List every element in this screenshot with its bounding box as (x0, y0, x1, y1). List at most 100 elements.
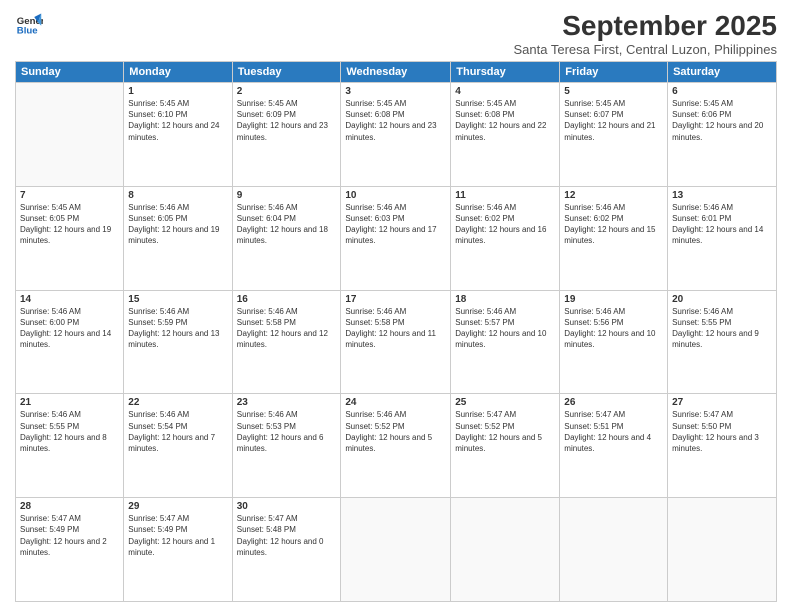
day-number: 28 (20, 501, 119, 512)
calendar-subtitle: Santa Teresa First, Central Luzon, Phili… (513, 42, 777, 57)
calendar-cell: 19Sunrise: 5:46 AM Sunset: 5:56 PM Dayli… (560, 290, 668, 394)
day-info: Sunrise: 5:46 AM Sunset: 6:00 PM Dayligh… (20, 306, 119, 351)
logo-icon: General Blue (15, 10, 43, 38)
calendar-cell: 7Sunrise: 5:45 AM Sunset: 6:05 PM Daylig… (16, 186, 124, 290)
calendar-cell: 17Sunrise: 5:46 AM Sunset: 5:58 PM Dayli… (341, 290, 451, 394)
col-wednesday: Wednesday (341, 62, 451, 83)
calendar-cell: 8Sunrise: 5:46 AM Sunset: 6:05 PM Daylig… (124, 186, 232, 290)
calendar-cell (341, 498, 451, 602)
calendar-week-2: 14Sunrise: 5:46 AM Sunset: 6:00 PM Dayli… (16, 290, 777, 394)
day-number: 24 (345, 397, 446, 408)
day-info: Sunrise: 5:46 AM Sunset: 5:52 PM Dayligh… (345, 409, 446, 454)
day-info: Sunrise: 5:46 AM Sunset: 5:57 PM Dayligh… (455, 306, 555, 351)
calendar-cell: 1Sunrise: 5:45 AM Sunset: 6:10 PM Daylig… (124, 83, 232, 187)
calendar-week-3: 21Sunrise: 5:46 AM Sunset: 5:55 PM Dayli… (16, 394, 777, 498)
calendar-cell: 14Sunrise: 5:46 AM Sunset: 6:00 PM Dayli… (16, 290, 124, 394)
calendar-cell: 27Sunrise: 5:47 AM Sunset: 5:50 PM Dayli… (668, 394, 777, 498)
calendar-cell: 6Sunrise: 5:45 AM Sunset: 6:06 PM Daylig… (668, 83, 777, 187)
calendar-cell (16, 83, 124, 187)
day-info: Sunrise: 5:46 AM Sunset: 6:03 PM Dayligh… (345, 202, 446, 247)
day-number: 2 (237, 86, 337, 97)
day-info: Sunrise: 5:46 AM Sunset: 5:54 PM Dayligh… (128, 409, 227, 454)
calendar-cell: 23Sunrise: 5:46 AM Sunset: 5:53 PM Dayli… (232, 394, 341, 498)
calendar-cell: 29Sunrise: 5:47 AM Sunset: 5:49 PM Dayli… (124, 498, 232, 602)
day-number: 9 (237, 190, 337, 201)
day-info: Sunrise: 5:46 AM Sunset: 6:02 PM Dayligh… (455, 202, 555, 247)
calendar-cell: 18Sunrise: 5:46 AM Sunset: 5:57 PM Dayli… (451, 290, 560, 394)
day-number: 22 (128, 397, 227, 408)
day-info: Sunrise: 5:45 AM Sunset: 6:06 PM Dayligh… (672, 98, 772, 143)
day-number: 27 (672, 397, 772, 408)
day-number: 25 (455, 397, 555, 408)
day-number: 19 (564, 294, 663, 305)
col-friday: Friday (560, 62, 668, 83)
day-info: Sunrise: 5:47 AM Sunset: 5:51 PM Dayligh… (564, 409, 663, 454)
day-info: Sunrise: 5:45 AM Sunset: 6:05 PM Dayligh… (20, 202, 119, 247)
day-info: Sunrise: 5:47 AM Sunset: 5:49 PM Dayligh… (128, 513, 227, 558)
logo: General Blue (15, 10, 43, 38)
calendar-cell: 24Sunrise: 5:46 AM Sunset: 5:52 PM Dayli… (341, 394, 451, 498)
day-number: 7 (20, 190, 119, 201)
day-number: 20 (672, 294, 772, 305)
day-info: Sunrise: 5:46 AM Sunset: 6:05 PM Dayligh… (128, 202, 227, 247)
day-number: 23 (237, 397, 337, 408)
day-info: Sunrise: 5:45 AM Sunset: 6:08 PM Dayligh… (345, 98, 446, 143)
day-number: 11 (455, 190, 555, 201)
day-number: 1 (128, 86, 227, 97)
calendar-cell: 20Sunrise: 5:46 AM Sunset: 5:55 PM Dayli… (668, 290, 777, 394)
calendar-cell: 25Sunrise: 5:47 AM Sunset: 5:52 PM Dayli… (451, 394, 560, 498)
calendar-cell: 22Sunrise: 5:46 AM Sunset: 5:54 PM Dayli… (124, 394, 232, 498)
calendar-cell: 9Sunrise: 5:46 AM Sunset: 6:04 PM Daylig… (232, 186, 341, 290)
day-number: 15 (128, 294, 227, 305)
day-number: 17 (345, 294, 446, 305)
calendar-cell: 26Sunrise: 5:47 AM Sunset: 5:51 PM Dayli… (560, 394, 668, 498)
calendar-cell: 10Sunrise: 5:46 AM Sunset: 6:03 PM Dayli… (341, 186, 451, 290)
col-thursday: Thursday (451, 62, 560, 83)
day-number: 21 (20, 397, 119, 408)
day-number: 8 (128, 190, 227, 201)
day-number: 3 (345, 86, 446, 97)
day-info: Sunrise: 5:46 AM Sunset: 6:02 PM Dayligh… (564, 202, 663, 247)
title-section: September 2025 Santa Teresa First, Centr… (513, 10, 777, 57)
day-info: Sunrise: 5:47 AM Sunset: 5:49 PM Dayligh… (20, 513, 119, 558)
calendar-cell: 3Sunrise: 5:45 AM Sunset: 6:08 PM Daylig… (341, 83, 451, 187)
calendar-page: General Blue September 2025 Santa Teresa… (0, 0, 792, 612)
day-info: Sunrise: 5:45 AM Sunset: 6:07 PM Dayligh… (564, 98, 663, 143)
calendar-cell: 12Sunrise: 5:46 AM Sunset: 6:02 PM Dayli… (560, 186, 668, 290)
day-info: Sunrise: 5:45 AM Sunset: 6:08 PM Dayligh… (455, 98, 555, 143)
day-info: Sunrise: 5:46 AM Sunset: 5:55 PM Dayligh… (672, 306, 772, 351)
calendar-week-1: 7Sunrise: 5:45 AM Sunset: 6:05 PM Daylig… (16, 186, 777, 290)
col-sunday: Sunday (16, 62, 124, 83)
day-number: 29 (128, 501, 227, 512)
header-row: Sunday Monday Tuesday Wednesday Thursday… (16, 62, 777, 83)
day-info: Sunrise: 5:46 AM Sunset: 5:56 PM Dayligh… (564, 306, 663, 351)
header: General Blue September 2025 Santa Teresa… (15, 10, 777, 57)
day-info: Sunrise: 5:46 AM Sunset: 5:58 PM Dayligh… (345, 306, 446, 351)
day-info: Sunrise: 5:45 AM Sunset: 6:09 PM Dayligh… (237, 98, 337, 143)
day-info: Sunrise: 5:46 AM Sunset: 5:59 PM Dayligh… (128, 306, 227, 351)
day-info: Sunrise: 5:46 AM Sunset: 5:55 PM Dayligh… (20, 409, 119, 454)
calendar-cell: 11Sunrise: 5:46 AM Sunset: 6:02 PM Dayli… (451, 186, 560, 290)
day-number: 14 (20, 294, 119, 305)
day-number: 13 (672, 190, 772, 201)
col-tuesday: Tuesday (232, 62, 341, 83)
day-info: Sunrise: 5:46 AM Sunset: 6:01 PM Dayligh… (672, 202, 772, 247)
calendar-cell: 15Sunrise: 5:46 AM Sunset: 5:59 PM Dayli… (124, 290, 232, 394)
day-info: Sunrise: 5:47 AM Sunset: 5:48 PM Dayligh… (237, 513, 337, 558)
day-number: 12 (564, 190, 663, 201)
calendar-week-4: 28Sunrise: 5:47 AM Sunset: 5:49 PM Dayli… (16, 498, 777, 602)
calendar-table: Sunday Monday Tuesday Wednesday Thursday… (15, 61, 777, 602)
day-number: 26 (564, 397, 663, 408)
calendar-cell (668, 498, 777, 602)
calendar-week-0: 1Sunrise: 5:45 AM Sunset: 6:10 PM Daylig… (16, 83, 777, 187)
calendar-cell (451, 498, 560, 602)
calendar-cell: 2Sunrise: 5:45 AM Sunset: 6:09 PM Daylig… (232, 83, 341, 187)
col-monday: Monday (124, 62, 232, 83)
calendar-cell: 21Sunrise: 5:46 AM Sunset: 5:55 PM Dayli… (16, 394, 124, 498)
day-info: Sunrise: 5:47 AM Sunset: 5:50 PM Dayligh… (672, 409, 772, 454)
calendar-cell: 4Sunrise: 5:45 AM Sunset: 6:08 PM Daylig… (451, 83, 560, 187)
calendar-cell: 16Sunrise: 5:46 AM Sunset: 5:58 PM Dayli… (232, 290, 341, 394)
calendar-cell: 30Sunrise: 5:47 AM Sunset: 5:48 PM Dayli… (232, 498, 341, 602)
day-info: Sunrise: 5:46 AM Sunset: 6:04 PM Dayligh… (237, 202, 337, 247)
calendar-body: 1Sunrise: 5:45 AM Sunset: 6:10 PM Daylig… (16, 83, 777, 602)
